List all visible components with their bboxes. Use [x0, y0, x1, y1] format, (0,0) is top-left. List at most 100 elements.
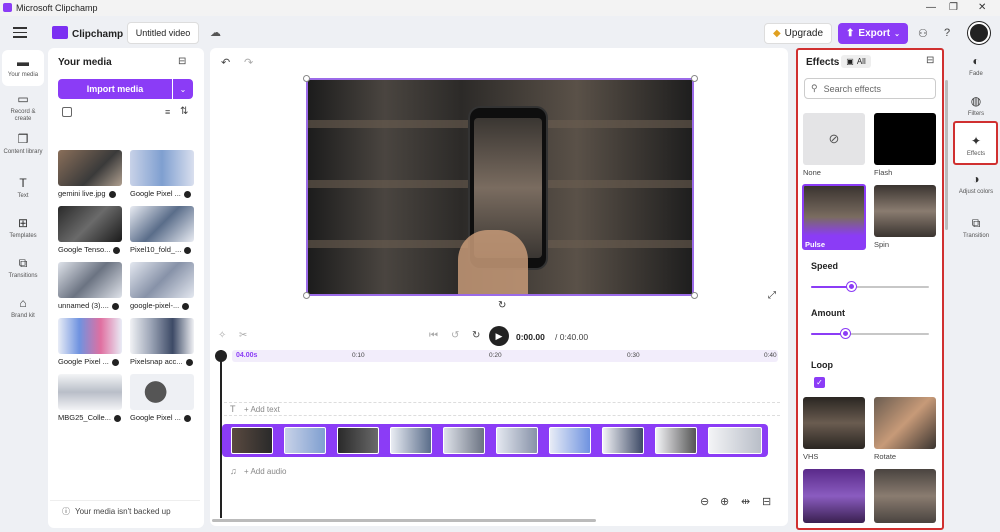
chevron-down-icon: ⌄ [894, 30, 900, 38]
timeline-clip[interactable] [337, 427, 379, 454]
cloud-off-icon[interactable]: ☁ [210, 26, 221, 39]
add-text-label[interactable]: + Add text [244, 405, 280, 414]
undo-icon[interactable]: ↶ [221, 56, 230, 69]
effect-thumbnail[interactable] [874, 469, 936, 523]
timeline-clip[interactable] [443, 427, 485, 454]
nav-templates[interactable]: ⊞ Templates [2, 216, 44, 240]
zoom-out-icon[interactable]: ⊖ [700, 495, 709, 508]
fit-timeline-icon[interactable]: ⇹ [741, 495, 750, 508]
media-thumbnail[interactable] [130, 374, 194, 410]
check-icon [108, 190, 116, 198]
project-title-tab[interactable]: Untitled video [127, 22, 199, 44]
media-thumbnail[interactable] [130, 150, 194, 186]
timeline-ruler[interactable] [232, 350, 778, 362]
text-track[interactable] [224, 402, 780, 416]
resize-handle[interactable] [303, 292, 310, 299]
audio-track[interactable] [224, 465, 780, 479]
effect-rotate[interactable] [874, 397, 936, 449]
help-button[interactable]: ? [944, 27, 950, 39]
effect-flash[interactable] [874, 113, 936, 165]
prop-fade[interactable]: ◐ Fade [954, 54, 998, 78]
prop-transition[interactable]: ⧉ Transition [954, 216, 998, 240]
effects-scrollbar[interactable] [945, 80, 948, 230]
rewind-5-icon[interactable]: ↺ [451, 330, 459, 341]
export-button[interactable]: ⬆ Export ⌄ [838, 23, 908, 44]
timeline-clip[interactable] [496, 427, 538, 454]
timeline-clip[interactable] [708, 427, 762, 454]
horizontal-scrollbar[interactable] [212, 519, 596, 522]
prop-filters[interactable]: ◍ Filters [954, 94, 998, 118]
minimize-button[interactable]: — [926, 2, 936, 13]
prop-adjust-colors[interactable]: ◑ Adjust colors [954, 172, 998, 196]
loop-checkbox[interactable]: ✓ [814, 377, 825, 388]
forward-5-icon[interactable]: ↻ [472, 330, 480, 341]
amount-slider-knob[interactable] [841, 329, 850, 338]
filter-icon[interactable]: ≡ [165, 107, 170, 117]
nav-text[interactable]: T Text [2, 176, 44, 200]
effect-vhs[interactable] [803, 397, 865, 449]
effect-label: None [803, 168, 821, 177]
effect-none[interactable]: ⊘ [803, 113, 865, 165]
timeline-view-icon[interactable]: ⊟ [762, 495, 771, 508]
split-scissors-icon[interactable]: ✂ [239, 330, 247, 341]
upgrade-button[interactable]: ◆ Upgrade [764, 23, 832, 44]
resize-handle[interactable] [691, 292, 698, 299]
timeline-clip[interactable] [602, 427, 644, 454]
playhead-knob[interactable] [215, 350, 227, 362]
timeline-clip[interactable] [390, 427, 432, 454]
resize-handle[interactable] [303, 75, 310, 82]
hamburger-menu-icon[interactable] [13, 27, 27, 38]
playhead[interactable] [220, 350, 222, 518]
skip-back-icon[interactable]: ⏮ [429, 330, 438, 341]
speed-slider-knob[interactable] [847, 282, 856, 291]
media-thumbnail[interactable] [130, 262, 194, 298]
rotate-icon[interactable]: ↻ [498, 300, 506, 311]
nav-transitions[interactable]: ⧉ Transitions [2, 256, 44, 280]
timeline-clip[interactable] [231, 427, 273, 454]
media-thumbnail[interactable] [58, 206, 122, 242]
import-media-button[interactable]: Import media [58, 79, 172, 99]
effect-thumbnail[interactable] [803, 469, 865, 523]
resize-handle[interactable] [691, 75, 698, 82]
nav-content-library[interactable]: ❒ Content library [2, 132, 44, 156]
timeline-clip[interactable] [549, 427, 591, 454]
close-window-button[interactable]: ✕ [978, 2, 986, 13]
video-preview[interactable] [306, 78, 694, 296]
magic-icon[interactable]: ✧ [218, 330, 226, 341]
filter-all-chip[interactable]: ▣ All [841, 55, 871, 68]
effects-search-input[interactable]: ⚲ Search effects [804, 78, 936, 99]
timeline-clip[interactable] [284, 427, 326, 454]
share-people-icon[interactable]: ⚇ [918, 27, 928, 40]
nav-your-media[interactable]: ▬ Your media [2, 50, 44, 86]
nav-brand-kit[interactable]: ⌂ Brand kit [2, 296, 44, 320]
media-thumbnail[interactable] [130, 206, 194, 242]
transition-icon: ⧉ [971, 216, 981, 230]
check-icon [111, 358, 119, 366]
effect-spin[interactable] [874, 185, 936, 237]
media-thumbnail[interactable] [58, 262, 122, 298]
media-thumbnail[interactable] [58, 318, 122, 354]
media-thumbnail[interactable] [58, 374, 122, 410]
fullscreen-icon[interactable]: ⤢ [768, 290, 776, 301]
collapse-panel-icon[interactable]: ⊟ [178, 56, 186, 67]
collapse-panel-icon[interactable]: ⊟ [926, 55, 934, 66]
restore-button[interactable]: ❐ [949, 2, 958, 13]
nav-record-create[interactable]: ▭ Record & create [2, 92, 44, 123]
import-dropdown-button[interactable]: ⌄ [173, 79, 193, 99]
media-thumbnail[interactable] [130, 318, 194, 354]
effects-wand-icon: ✦ [970, 134, 982, 148]
media-thumbnail[interactable] [58, 150, 122, 186]
check-icon [111, 302, 119, 310]
sort-icon[interactable]: ⇅ [180, 106, 188, 117]
zoom-in-icon[interactable]: ⊕ [720, 495, 729, 508]
ruler-zoom-badge: 04.00s [236, 352, 258, 359]
play-button[interactable]: ▶ [489, 326, 509, 346]
avatar[interactable] [968, 22, 990, 44]
timeline-clip[interactable] [655, 427, 697, 454]
backup-status[interactable]: ⓘ Your media isn't backed up [50, 500, 200, 522]
media-item-label: MBG25_Colle... [58, 413, 121, 422]
select-all-checkbox[interactable] [62, 107, 72, 117]
prop-effects[interactable]: ✦ Effects [954, 134, 998, 158]
add-audio-label[interactable]: + Add audio [244, 467, 286, 476]
redo-icon[interactable]: ↷ [244, 56, 253, 69]
